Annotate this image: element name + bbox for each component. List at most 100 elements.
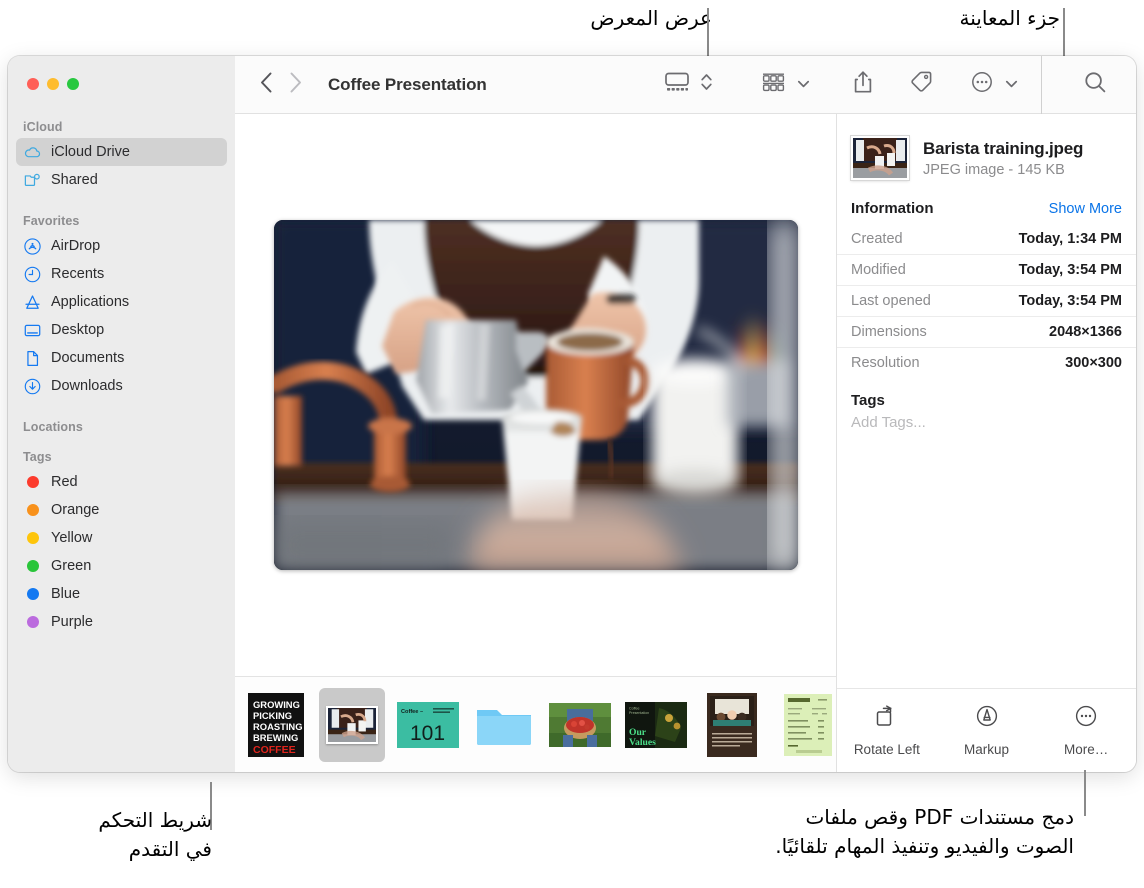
sidebar-header-favorites: Favorites xyxy=(23,214,80,228)
info-key: Created xyxy=(851,231,903,247)
more-options-button[interactable] xyxy=(957,56,1031,113)
callout-scrubber-line-1: شريط التحكم xyxy=(98,808,212,832)
gallery-column: GROWING PICKING ROASTING BREWING COFFEE xyxy=(235,114,836,772)
sidebar-item-desktop[interactable]: Desktop xyxy=(16,316,227,344)
chevron-down-icon[interactable] xyxy=(797,76,810,94)
information-title: Information xyxy=(851,200,934,217)
sidebar-item-tag-red[interactable]: Red xyxy=(16,468,227,496)
window-title: Coffee Presentation xyxy=(328,74,487,94)
back-button[interactable] xyxy=(260,72,273,98)
preview-info-panel: Barista training.jpeg JPEG image - 145 K… xyxy=(836,114,1136,772)
file-meta: JPEG image - 145 KB xyxy=(923,161,1065,178)
coffee-cherries-thumb xyxy=(549,702,611,747)
search-icon xyxy=(1083,70,1108,100)
gallery-view-button[interactable] xyxy=(651,56,726,113)
tag-dot-icon xyxy=(23,529,42,548)
sidebar-item-shared[interactable]: Shared xyxy=(16,166,227,194)
sidebar-item-label: Purple xyxy=(51,614,93,630)
toolbar: Coffee Presentation xyxy=(235,56,1136,114)
our-values-slide-thumb: Coffee Presentation Our Values xyxy=(625,701,687,748)
sidebar-item-documents[interactable]: Documents xyxy=(16,344,227,372)
meeting-document-thumb xyxy=(707,692,757,757)
information-section-header: Information Show More xyxy=(837,194,1136,224)
airdrop-icon xyxy=(23,237,42,256)
info-row-created: Created Today, 1:34 PM xyxy=(837,224,1136,255)
filmstrip-item-our-values[interactable]: Coffee Presentation Our Values xyxy=(623,688,689,762)
poster-accent-line: COFFEE xyxy=(253,744,296,756)
info-key: Last opened xyxy=(851,293,931,309)
preview-stage xyxy=(235,114,836,676)
sidebar-item-label: Documents xyxy=(51,350,125,366)
filmstrip-item-barista-training[interactable] xyxy=(319,687,385,762)
chevron-down-icon[interactable] xyxy=(1005,76,1018,94)
zoom-button[interactable] xyxy=(67,78,79,90)
downloads-icon xyxy=(23,377,42,396)
filmstrip-item-coffee-cherries[interactable] xyxy=(547,688,613,762)
info-row-last-opened: Last opened Today, 3:54 PM xyxy=(837,286,1136,317)
sidebar-item-label: Applications xyxy=(51,294,130,310)
chevron-up-down-icon[interactable] xyxy=(700,70,713,99)
sidebar-item-tag-green[interactable]: Green xyxy=(16,552,227,580)
callout-preview-pane: جزء المعاينة xyxy=(959,6,1060,30)
callout-scrubber: شريط التحكم في التقدم xyxy=(98,806,212,864)
sidebar-item-tag-yellow[interactable]: Yellow xyxy=(16,524,227,552)
window-traffic-lights xyxy=(8,56,235,114)
sidebar-item-downloads[interactable]: Downloads xyxy=(16,372,227,400)
shared-folder-icon xyxy=(23,171,42,190)
rotate-left-icon xyxy=(874,704,900,733)
show-more-link[interactable]: Show More xyxy=(1049,201,1122,217)
sidebar-item-tag-orange[interactable]: Orange xyxy=(16,496,227,524)
info-value: Today, 3:54 PM xyxy=(1018,262,1122,278)
poster-line-2: PICKING xyxy=(253,710,292,721)
info-value: 300×300 xyxy=(1065,355,1122,371)
tags-title: Tags xyxy=(851,392,885,409)
sidebar-item-label: Shared xyxy=(51,172,98,188)
sidebar-item-tag-purple[interactable]: Purple xyxy=(16,608,227,636)
more-circle-icon xyxy=(970,70,994,99)
filmstrip-item-meeting-document[interactable] xyxy=(699,688,765,762)
values-title-line-2: Values xyxy=(629,737,656,748)
produce-receipt-thumb xyxy=(784,693,832,756)
group-items-icon xyxy=(761,70,786,99)
filmstrip-item-folder[interactable] xyxy=(471,688,537,762)
sidebar-item-recents[interactable]: Recents xyxy=(16,260,227,288)
share-button[interactable] xyxy=(839,56,887,113)
tag-dot-icon xyxy=(23,557,42,576)
add-tags-field[interactable]: Add Tags... xyxy=(837,412,1136,431)
sidebar-item-tag-blue[interactable]: Blue xyxy=(16,580,227,608)
more-actions-button[interactable]: More… xyxy=(1036,704,1136,757)
filmstrip-item-produce-receipt[interactable] xyxy=(775,688,841,762)
sidebar-item-airdrop[interactable]: AirDrop xyxy=(16,232,227,260)
info-key: Resolution xyxy=(851,355,920,371)
rotate-left-button[interactable]: Rotate Left xyxy=(837,704,937,757)
info-row-resolution: Resolution 300×300 xyxy=(837,348,1136,378)
sidebar-item-label: Yellow xyxy=(51,530,93,546)
info-value: 2048×1366 xyxy=(1049,324,1122,340)
close-button[interactable] xyxy=(27,78,39,90)
sidebar-item-label: Orange xyxy=(51,502,100,518)
sidebar-item-label: Green xyxy=(51,558,92,574)
document-icon xyxy=(23,349,42,368)
folder-thumb xyxy=(477,709,531,745)
sidebar-header-locations: Locations xyxy=(23,420,83,434)
navigation-arrows xyxy=(235,72,302,98)
sidebar-item-label: Recents xyxy=(51,266,105,282)
toolbar-divider xyxy=(1041,56,1042,114)
markup-button[interactable]: Markup xyxy=(937,704,1037,757)
sidebar-item-applications[interactable]: Applications xyxy=(16,288,227,316)
forward-button[interactable] xyxy=(289,72,302,98)
filmstrip-item-coffee-101[interactable]: Coffee – 101 xyxy=(395,688,461,762)
filmstrip-scrubber[interactable]: GROWING PICKING ROASTING BREWING COFFEE xyxy=(235,676,836,772)
preview-image[interactable] xyxy=(273,220,798,570)
filmstrip-item-coffee-poster[interactable]: GROWING PICKING ROASTING BREWING COFFEE xyxy=(243,688,309,762)
sidebar-item-label: iCloud Drive xyxy=(51,144,130,160)
callout-quick-actions-line-2: الصوت والفيديو وتنفيذ المهام تلقائيًا. xyxy=(775,834,1074,858)
tag-button[interactable] xyxy=(895,56,947,113)
search-button[interactable] xyxy=(1048,70,1136,100)
gallery-view-icon xyxy=(664,70,690,99)
group-items-button[interactable] xyxy=(748,56,823,113)
action-label: Rotate Left xyxy=(853,742,920,757)
callout-scrubber-line-2: في التقدم xyxy=(128,837,212,861)
sidebar-item-icloud-drive[interactable]: iCloud Drive xyxy=(16,138,227,166)
minimize-button[interactable] xyxy=(47,78,59,90)
